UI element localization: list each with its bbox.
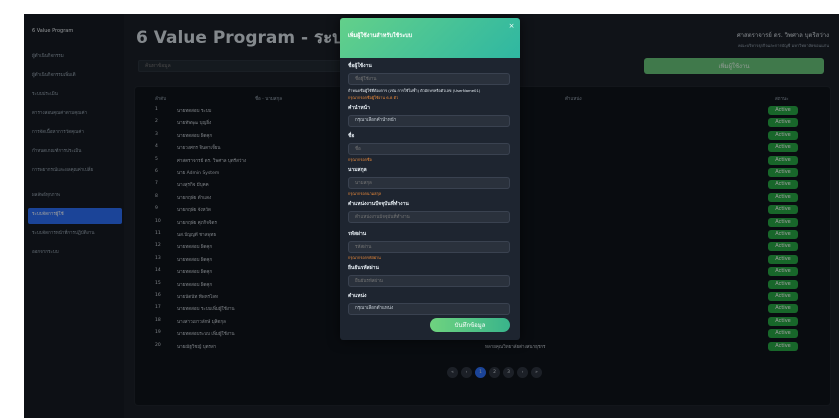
close-icon[interactable]: ×: [507, 22, 516, 31]
department-label: ตำแหน่งงานปัจจุบันที่ทำงาน: [348, 201, 409, 207]
save-button[interactable]: บันทึกข้อมูล: [430, 318, 510, 332]
prefix-label: คำนำหน้า: [348, 105, 370, 111]
confirm-password-field[interactable]: [348, 275, 510, 287]
role-label: ตำแหน่ง: [348, 293, 367, 299]
modal-title: เพิ่มผู้ใช้งานสำหรับใช้ระบบ: [348, 33, 413, 39]
add-user-modal: เพิ่มผู้ใช้งานสำหรับใช้ระบบ × ชื่อผู้ใช้…: [340, 18, 520, 340]
password-field[interactable]: [348, 241, 510, 253]
firstname-label: ชื่อ: [348, 133, 355, 139]
prefix-select[interactable]: กรุณาเลือกคำนำหน้า: [348, 115, 510, 127]
app-window: 6 Value Program ผู้ดำเนินกิจกรรม ผู้ดำเน…: [24, 14, 839, 418]
password-error: กรุณากรอกรหัสผ่าน: [348, 255, 381, 260]
department-field[interactable]: [348, 211, 510, 223]
username-error: กรุณากรอกชื่อผู้ใช้งาน 6-8 ตัว: [348, 95, 399, 100]
username-label: ชื่อผู้ใช้งาน: [348, 63, 372, 69]
username-hint: กำหนดชื่อผู้ใช้ที่ต้องการ (เช่น การใช้ไม…: [348, 88, 481, 93]
username-field[interactable]: [348, 73, 510, 85]
confirm-password-label: ยืนยันรหัสผ่าน: [348, 265, 379, 271]
modal-header: เพิ่มผู้ใช้งานสำหรับใช้ระบบ ×: [340, 18, 520, 58]
firstname-error: กรุณากรอกชื่อ: [348, 157, 372, 162]
lastname-error: กรุณากรอกนามสกุล: [348, 191, 382, 196]
lastname-field[interactable]: [348, 177, 510, 189]
password-label: รหัสผ่าน: [348, 231, 367, 237]
firstname-field[interactable]: [348, 143, 510, 155]
lastname-label: นามสกุล: [348, 167, 367, 173]
role-select[interactable]: กรุณาเลือกตำแหน่ง: [348, 303, 510, 315]
